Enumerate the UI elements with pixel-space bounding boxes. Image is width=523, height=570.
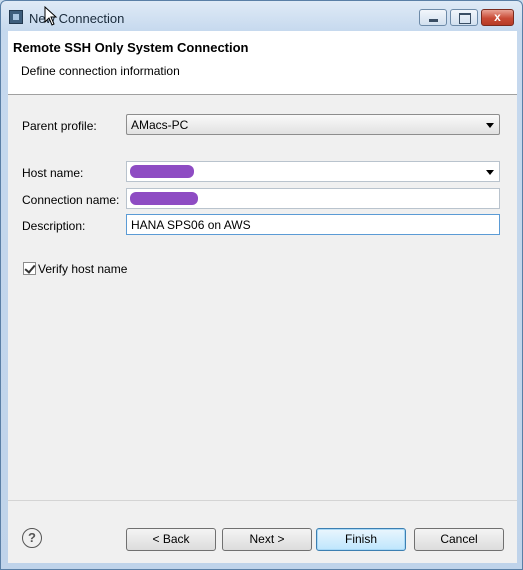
next-button[interactable]: Next > xyxy=(222,528,312,551)
new-connection-window: New Connection x Remote SSH Only System … xyxy=(0,0,523,570)
description-value: HANA SPS06 on AWS xyxy=(131,218,251,232)
host-name-label: Host name: xyxy=(22,166,84,180)
eclipse-window-icon xyxy=(9,10,23,24)
parent-profile-label: Parent profile: xyxy=(22,119,97,133)
cancel-button[interactable]: Cancel xyxy=(414,528,504,551)
page-title: Remote SSH Only System Connection xyxy=(13,40,249,55)
chevron-down-icon[interactable] xyxy=(486,123,494,128)
button-bar: ? < Back Next > Finish Cancel xyxy=(8,500,517,563)
redaction-mark xyxy=(130,192,198,205)
back-button[interactable]: < Back xyxy=(126,528,216,551)
redaction-mark xyxy=(130,165,194,178)
chevron-down-icon[interactable] xyxy=(486,170,494,175)
host-name-combo[interactable] xyxy=(126,161,500,182)
help-icon[interactable]: ? xyxy=(22,528,42,548)
description-label: Description: xyxy=(22,219,86,233)
connection-name-input[interactable] xyxy=(126,188,500,209)
wizard-header: Remote SSH Only System Connection Define… xyxy=(8,31,517,95)
form-area: Parent profile: AMacs-PC Host name: Conn… xyxy=(8,95,517,500)
parent-profile-value: AMacs-PC xyxy=(131,118,189,132)
finish-button[interactable]: Finish xyxy=(316,528,406,551)
minimize-button[interactable] xyxy=(419,9,447,26)
page-subtitle: Define connection information xyxy=(21,64,180,78)
description-input[interactable]: HANA SPS06 on AWS xyxy=(126,214,500,235)
verify-host-checkbox[interactable] xyxy=(23,262,36,275)
close-icon: x xyxy=(494,10,501,24)
maximize-button[interactable] xyxy=(450,9,478,26)
connection-name-label: Connection name: xyxy=(22,193,120,207)
parent-profile-select[interactable]: AMacs-PC xyxy=(126,114,500,135)
verify-host-label[interactable]: Verify host name xyxy=(38,262,127,276)
title-bar[interactable]: New Connection x xyxy=(1,1,522,31)
mouse-cursor-icon xyxy=(44,6,58,26)
close-button[interactable]: x xyxy=(481,9,514,26)
